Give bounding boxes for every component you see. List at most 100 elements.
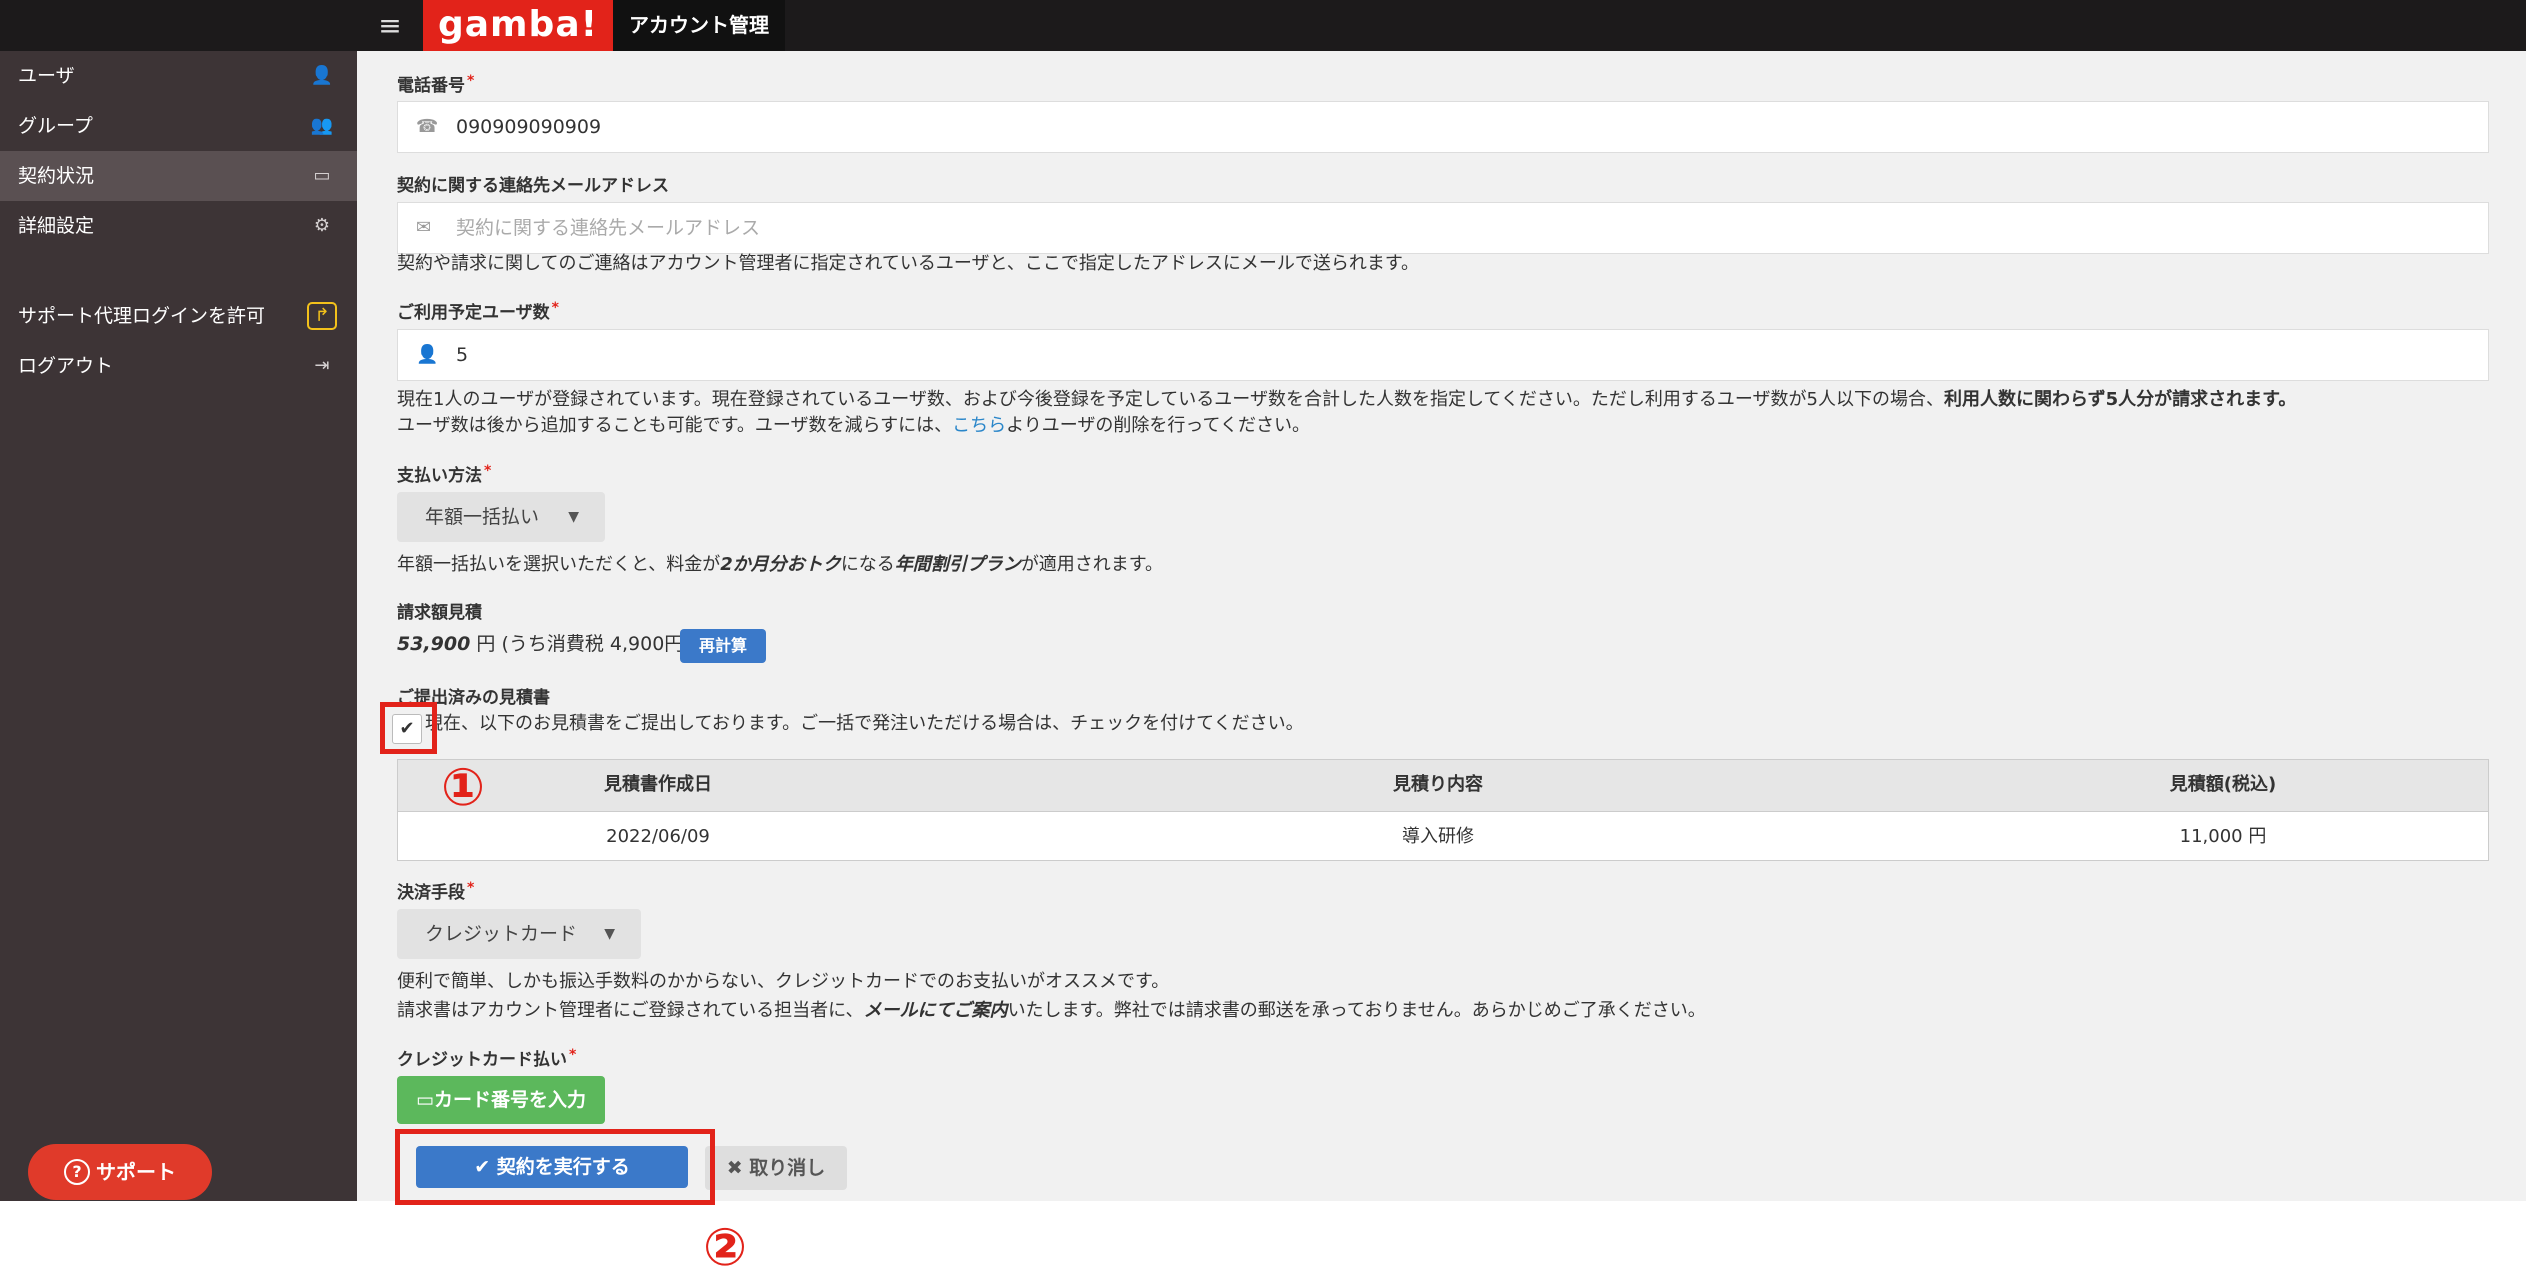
phone-value: 090909090909	[456, 116, 602, 138]
required-mark: *	[569, 1047, 577, 1063]
gears-icon: ⚙	[313, 215, 331, 236]
user-add-icon: 👤	[416, 344, 439, 365]
sidebar-item-label: 詳細設定	[18, 215, 95, 237]
contact-email-label: 契約に関する連絡先メールアドレス	[397, 176, 669, 196]
quotes-table: 見積書作成日 見積り内容 見積額(税込) 2022/06/09 導入研修 11,…	[397, 759, 2489, 861]
help-text: が適用されます。	[1020, 554, 1164, 575]
help-text: 請求書はアカウント管理者にご登録されている担当者に、	[397, 1000, 864, 1021]
sidebar-item-groups[interactable]: グループ 👥	[0, 101, 357, 151]
required-mark: *	[551, 300, 559, 316]
row-amount: 11,000 円	[2179, 826, 2267, 847]
user-add-icon: 👤	[310, 65, 334, 86]
sidebar: ユーザ 👤 グループ 👥 契約状況 ▭ 詳細設定 ⚙ サポート代理ログインを許可…	[0, 51, 357, 1201]
settlement-value: クレジットカード	[425, 923, 578, 945]
settlement-help-2: 請求書はアカウント管理者にご登録されている担当者に、メールにてご案内いたします。…	[397, 998, 1706, 1024]
payment-method-help: 年額一括払いを選択いただくと、料金が2か月分おトクになる年間割引プランが適用され…	[397, 552, 1163, 578]
share-icon[interactable]: ↱	[307, 302, 337, 330]
credit-card-icon: ▭	[313, 165, 331, 186]
user-count-field[interactable]: 👤 5	[397, 329, 2489, 381]
user-count-help-1: 現在1人のユーザが登録されています。現在登録されているユーザ数、および今後登録を…	[397, 387, 2507, 413]
help-bold: 年間割引プラン	[894, 554, 1021, 575]
user-count-help-2: ユーザ数は後から追加することも可能です。ユーザ数を減らすには、こちらよりユーザの…	[397, 413, 1310, 439]
delete-users-link[interactable]: こちら	[952, 415, 1006, 436]
phone-label: 電話番号 *	[397, 71, 474, 96]
help-text: よりユーザの削除を行ってください。	[1006, 415, 1310, 436]
phone-label-text: 電話番号	[397, 76, 465, 96]
required-mark: *	[467, 73, 475, 89]
cancel-label: 取り消し	[749, 1157, 826, 1179]
help-text: 年額一括払いを選択いただくと、料金が	[397, 554, 721, 575]
credit-card-label-text: クレジットカード払い	[397, 1050, 567, 1070]
payment-method-select[interactable]: 年額一括払い ▼	[397, 492, 605, 542]
row-date: 2022/06/09	[606, 826, 710, 847]
settlement-select[interactable]: クレジットカード ▼	[397, 909, 641, 959]
estimate-tax: (うち消費税 4,900円)	[501, 633, 691, 655]
sidebar-item-contract[interactable]: 契約状況 ▭	[0, 151, 357, 201]
sidebar-item-label: ユーザ	[18, 65, 75, 87]
help-bold: 2か月分おトク	[720, 554, 841, 575]
recalculate-button[interactable]: 再計算	[680, 629, 766, 663]
settlement-label: 決済手段 *	[397, 878, 474, 903]
payment-method-label-text: 支払い方法	[397, 466, 482, 486]
sidebar-item-label: グループ	[18, 115, 93, 137]
estimate-amount: 53,900 円 (うち消費税 4,900円)	[397, 629, 691, 659]
group-icon: 👥	[310, 115, 334, 136]
enter-card-number-label: カード番号を入力	[433, 1089, 586, 1111]
sidebar-item-label: サポート代理ログインを許可	[18, 305, 266, 327]
credit-card-label: クレジットカード払い *	[397, 1045, 576, 1070]
sidebar-item-label: 契約状況	[18, 165, 95, 187]
contact-email-field[interactable]: ✉ 契約に関する連絡先メールアドレス	[397, 202, 2489, 254]
support-button[interactable]: ? サポート	[28, 1144, 212, 1200]
enter-card-number-button[interactable]: ▭カード番号を入力	[397, 1076, 605, 1124]
contact-email-help: 契約や請求に関してのご連絡はアカウント管理者に指定されているユーザと、ここで指定…	[397, 253, 1420, 274]
column-header-amount: 見積額(税込)	[2169, 774, 2277, 795]
app-title: アカウント管理	[613, 0, 785, 51]
annotation-box-2	[395, 1129, 715, 1205]
column-header-content: 見積り内容	[1393, 774, 1483, 795]
sidebar-item-settings[interactable]: 詳細設定 ⚙	[0, 201, 357, 251]
hamburger-icon[interactable]: ≡	[357, 0, 423, 51]
estimate-value: 53,900	[397, 633, 471, 655]
user-count-value: 5	[456, 344, 469, 366]
help-text: ユーザ数は後から追加することも可能です。ユーザ数を減らすには、	[397, 415, 953, 436]
payment-method-label: 支払い方法 *	[397, 461, 491, 486]
settlement-help-1: 便利で簡単、しかも振込手数料のかからない、クレジットカードでのお支払いがオススメ…	[397, 971, 1170, 992]
caret-down-icon: ▼	[604, 926, 615, 942]
credit-card-icon: ▭	[416, 1089, 434, 1111]
settlement-label-text: 決済手段	[397, 883, 465, 903]
annotation-marker-1: ①	[440, 758, 486, 818]
user-count-label: ご利用予定ユーザ数 *	[397, 298, 559, 323]
help-bold: メールにてご案内	[863, 1000, 1008, 1021]
required-mark: *	[467, 880, 475, 896]
table-row: 2022/06/09 導入研修 11,000 円	[398, 812, 2488, 862]
close-icon: ✖	[726, 1157, 750, 1179]
estimate-unit: 円	[476, 633, 496, 655]
phone-field[interactable]: ☎ 090909090909	[397, 101, 2489, 153]
table-header: 見積書作成日 見積り内容 見積額(税込)	[398, 760, 2488, 812]
help-text: 現在1人のユーザが登録されています。現在登録されているユーザ数、および今後登録を…	[397, 389, 1944, 410]
sidebar-item-support-login[interactable]: サポート代理ログインを許可 ↱	[0, 291, 357, 341]
sidebar-item-logout[interactable]: ログアウト ⇥	[0, 341, 357, 391]
help-bold: 利用人数に関わらず5人分が請求されます。	[1943, 389, 2297, 410]
phone-icon: ☎	[416, 116, 439, 137]
envelope-icon: ✉	[416, 217, 432, 238]
question-icon: ?	[64, 1159, 90, 1185]
payment-method-value: 年額一括払い	[425, 506, 540, 528]
row-content: 導入研修	[1402, 826, 1474, 847]
sign-out-icon: ⇥	[314, 355, 330, 376]
user-count-label-text: ご利用予定ユーザ数	[397, 303, 550, 323]
cancel-button[interactable]: ✖ 取り消し	[705, 1146, 847, 1190]
support-button-label: サポート	[96, 1160, 176, 1184]
logo[interactable]: gamba!	[423, 0, 613, 51]
submitted-quotes-help: 現在、以下のお見積書をご提出しております。ご一括で発注いただける場合は、チェック…	[425, 713, 1304, 734]
sidebar-item-label: ログアウト	[18, 355, 114, 377]
contact-email-placeholder: 契約に関する連絡先メールアドレス	[456, 217, 761, 239]
caret-down-icon: ▼	[568, 509, 579, 525]
help-text: になる	[840, 554, 895, 575]
help-text: いたします。弊社では請求書の郵送を承っておりません。あらかじめご了承ください。	[1007, 1000, 1706, 1021]
sidebar-item-users[interactable]: ユーザ 👤	[0, 51, 357, 101]
required-mark: *	[484, 463, 492, 479]
screen: ≡ gamba! アカウント管理 ユーザ 👤 グループ 👥 契約状況 ▭ 詳細設…	[0, 0, 2526, 1286]
top-bar: ≡ gamba! アカウント管理	[0, 0, 2526, 51]
annotation-box-1	[380, 702, 437, 754]
